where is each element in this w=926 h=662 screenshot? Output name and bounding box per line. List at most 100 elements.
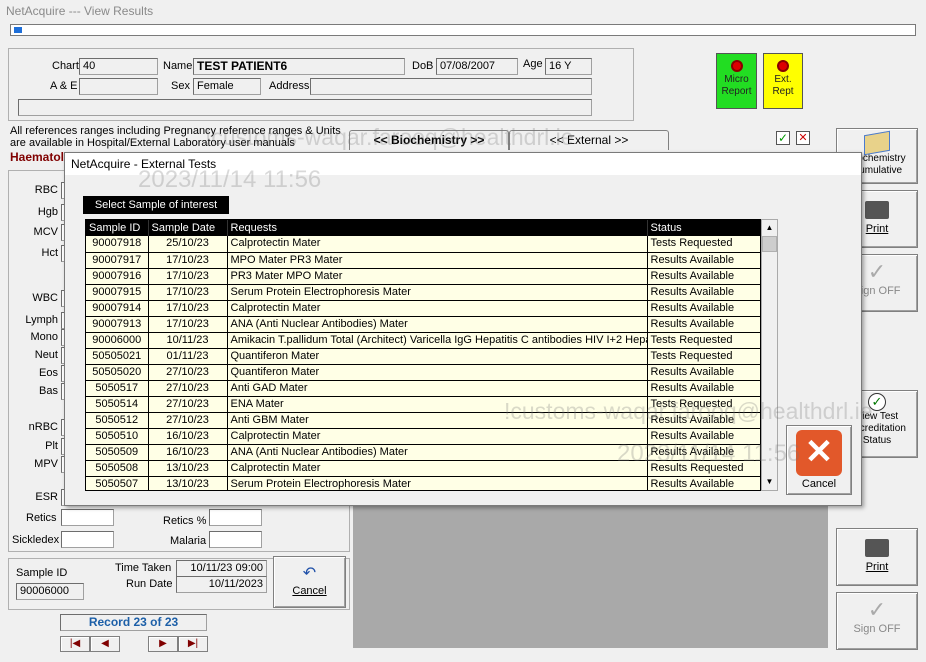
- requests-cell[interactable]: Calprotectin Mater: [227, 428, 648, 445]
- micro-report-button[interactable]: Micro Report: [716, 53, 757, 109]
- print-button-2[interactable]: Print: [836, 528, 918, 586]
- sample-id-field[interactable]: 90006000: [16, 583, 84, 600]
- requests-cell[interactable]: Quantiferon Mater: [227, 348, 648, 365]
- sample-id-cell[interactable]: 90007918: [86, 236, 149, 253]
- sample-date-cell[interactable]: 17/10/23: [148, 284, 228, 301]
- sample-date-cell[interactable]: 13/10/23: [148, 476, 228, 490]
- sample-id-cell[interactable]: 90007917: [86, 252, 149, 269]
- status-cell[interactable]: Results Available: [647, 268, 760, 285]
- scroll-down-icon[interactable]: ▼: [762, 474, 777, 490]
- requests-cell[interactable]: ANA (Anti Nuclear Antibodies) Mater: [227, 316, 648, 333]
- scroll-up-icon[interactable]: ▲: [762, 220, 777, 236]
- table-row[interactable]: 90007913 17/10/23 ANA (Anti Nuclear Antibo…: [86, 316, 760, 333]
- table-row[interactable]: 5050517 27/10/23 Anti GAD Mater Results Ava…: [86, 380, 760, 397]
- sample-id-cell[interactable]: 5050512: [86, 412, 149, 429]
- sample-id-cell[interactable]: 90007913: [86, 316, 149, 333]
- malaria-field[interactable]: [209, 531, 262, 548]
- column-header[interactable]: Requests: [227, 220, 648, 236]
- sample-date-cell[interactable]: 01/11/23: [148, 348, 228, 365]
- address-field[interactable]: [310, 78, 592, 95]
- next-record-icon[interactable]: ▶: [148, 636, 178, 652]
- status-cell[interactable]: Results Available: [647, 364, 760, 381]
- table-row[interactable]: 90007914 17/10/23 Calprotectin Mater Result…: [86, 300, 760, 317]
- cross-icon[interactable]: ✕: [796, 131, 810, 145]
- requests-cell[interactable]: Calprotectin Mater: [227, 236, 648, 253]
- table-row[interactable]: 90007915 17/10/23 Serum Protein Electropho…: [86, 284, 760, 301]
- sample-id-cell[interactable]: 90007916: [86, 268, 149, 285]
- sample-date-cell[interactable]: 27/10/23: [148, 412, 228, 429]
- status-cell[interactable]: Results Available: [647, 300, 760, 317]
- sample-date-cell[interactable]: 16/10/23: [148, 428, 228, 445]
- requests-cell[interactable]: ANA (Anti Nuclear Antibodies) Mater: [227, 444, 648, 461]
- sample-date-cell[interactable]: 13/10/23: [148, 460, 228, 477]
- sample-id-cell[interactable]: 90006000: [86, 332, 149, 349]
- sample-date-cell[interactable]: 17/10/23: [148, 268, 228, 285]
- sample-date-cell[interactable]: 27/10/23: [148, 396, 228, 413]
- status-cell[interactable]: Tests Requested: [647, 348, 760, 365]
- requests-cell[interactable]: MPO Mater PR3 Mater: [227, 252, 648, 269]
- requests-cell[interactable]: Anti GAD Mater: [227, 380, 648, 397]
- retics-pct-field[interactable]: [209, 509, 262, 526]
- sample-id-cell[interactable]: 90007914: [86, 300, 149, 317]
- extra-info-field[interactable]: [18, 99, 592, 116]
- first-record-icon[interactable]: |◀: [60, 636, 90, 652]
- requests-cell[interactable]: Amikacin T.pallidum Total (Architect) Va…: [227, 332, 648, 349]
- sample-id-cell[interactable]: 90007915: [86, 284, 149, 301]
- dob-field[interactable]: 07/08/2007: [436, 58, 518, 75]
- cancel-main-button[interactable]: ↶ Cancel: [273, 556, 346, 608]
- requests-cell[interactable]: Quantiferon Mater: [227, 364, 648, 381]
- status-cell[interactable]: Tests Requested: [647, 332, 760, 349]
- column-header[interactable]: Status: [647, 220, 760, 236]
- table-row[interactable]: 90007916 17/10/23 PR3 Mater MPO Mater Resul…: [86, 268, 760, 285]
- table-row[interactable]: 5050507 13/10/23 Serum Protein Electrophor…: [86, 476, 760, 490]
- status-cell[interactable]: Results Available: [647, 476, 760, 490]
- sickledex-field[interactable]: [61, 531, 114, 548]
- sample-id-cell[interactable]: 5050507: [86, 476, 149, 490]
- table-row[interactable]: 90007918 25/10/23 Calprotectin Mater Tests …: [86, 236, 760, 253]
- sample-date-cell[interactable]: 25/10/23: [148, 236, 228, 253]
- last-record-icon[interactable]: ▶|: [178, 636, 208, 652]
- sample-id-cell[interactable]: 50505020: [86, 364, 149, 381]
- sample-id-cell[interactable]: 5050508: [86, 460, 149, 477]
- sample-id-cell[interactable]: 50505021: [86, 348, 149, 365]
- requests-cell[interactable]: Serum Protein Electrophoresis Mater: [227, 476, 648, 490]
- status-cell[interactable]: Results Available: [647, 380, 760, 397]
- table-row[interactable]: 50505020 27/10/23 Quantiferon Mater Results…: [86, 364, 760, 381]
- sign-off-button-2[interactable]: ✓ Sign OFF: [836, 592, 918, 650]
- status-cell[interactable]: Tests Requested: [647, 236, 760, 253]
- column-header[interactable]: Sample ID: [86, 220, 149, 236]
- status-cell[interactable]: Results Available: [647, 252, 760, 269]
- table-row[interactable]: 90007917 17/10/23 MPO Mater PR3 Mater Resul…: [86, 252, 760, 269]
- table-row[interactable]: 50505021 01/11/23 Quantiferon Mater Tests R…: [86, 348, 760, 365]
- time-taken-field[interactable]: 10/11/23 09:00: [176, 560, 267, 577]
- prev-record-icon[interactable]: ◀: [90, 636, 120, 652]
- sample-date-cell[interactable]: 17/10/23: [148, 316, 228, 333]
- scrollbar-thumb[interactable]: [14, 27, 22, 33]
- horizontal-scrollbar[interactable]: [10, 24, 916, 36]
- sex-field[interactable]: Female: [193, 78, 261, 95]
- run-date-field[interactable]: 10/11/2023: [176, 576, 267, 593]
- ae-field[interactable]: [79, 78, 158, 95]
- sample-id-cell[interactable]: 5050517: [86, 380, 149, 397]
- ext-report-button[interactable]: Ext. Rept: [763, 53, 803, 109]
- requests-cell[interactable]: PR3 Mater MPO Mater: [227, 268, 648, 285]
- requests-cell[interactable]: Calprotectin Mater: [227, 300, 648, 317]
- requests-cell[interactable]: Serum Protein Electrophoresis Mater: [227, 284, 648, 301]
- sample-date-cell[interactable]: 27/10/23: [148, 380, 228, 397]
- sample-date-cell[interactable]: 17/10/23: [148, 300, 228, 317]
- chart-field[interactable]: 40: [79, 58, 158, 75]
- requests-cell[interactable]: Calprotectin Mater: [227, 460, 648, 477]
- table-row[interactable]: 90006000 10/11/23 Amikacin T.pallidum Tota…: [86, 332, 760, 349]
- status-cell[interactable]: Results Available: [647, 284, 760, 301]
- column-header[interactable]: Sample Date: [148, 220, 228, 236]
- sample-id-cell[interactable]: 5050510: [86, 428, 149, 445]
- sample-date-cell[interactable]: 17/10/23: [148, 252, 228, 269]
- sample-date-cell[interactable]: 10/11/23: [148, 332, 228, 349]
- age-field[interactable]: 16 Y: [545, 58, 592, 75]
- check-icon[interactable]: ✓: [776, 131, 790, 145]
- name-field[interactable]: TEST PATIENT6: [193, 58, 405, 75]
- sample-id-cell[interactable]: 5050514: [86, 396, 149, 413]
- sample-date-cell[interactable]: 16/10/23: [148, 444, 228, 461]
- retics-field[interactable]: [61, 509, 114, 526]
- scroll-thumb[interactable]: [762, 236, 777, 252]
